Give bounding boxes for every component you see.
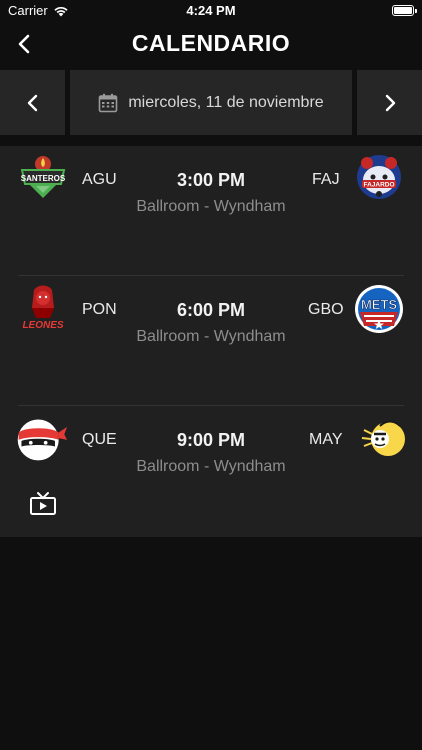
away-team-abbr: MAY — [309, 431, 343, 448]
battery-icon — [392, 5, 417, 16]
app-header: CALENDARIO — [0, 22, 422, 66]
games-list: SANTEROS AGU 3:00 PM Ballroom - Wyndham … — [0, 146, 422, 537]
svg-text:METS: METS — [361, 297, 397, 312]
chevron-left-icon — [27, 94, 37, 111]
status-time: 4:24 PM — [186, 3, 236, 18]
calendar-screen: Carrier 4:24 PM CALENDARIO miercoles, 11… — [0, 0, 422, 750]
game-card[interactable]: LEONES PON 6:00 PM Ballroom - Wyndham GB… — [0, 276, 422, 406]
previous-day-button[interactable] — [0, 70, 65, 135]
date-picker-button[interactable]: miercoles, 11 de noviembre — [70, 70, 352, 135]
away-team-abbr: FAJ — [312, 171, 340, 188]
fajardo-logo: FAJARDO — [352, 150, 406, 204]
next-day-button[interactable] — [357, 70, 422, 135]
svg-text:FAJARDO: FAJARDO — [363, 182, 394, 189]
status-bar: Carrier 4:24 PM — [0, 0, 422, 22]
mets-logo: METS — [352, 282, 406, 336]
away-team-abbr: GBO — [308, 301, 344, 318]
page-title: CALENDARIO — [131, 30, 291, 56]
game-card[interactable]: SANTEROS AGU 3:00 PM Ballroom - Wyndham … — [0, 146, 422, 276]
current-date-label: miercoles, 11 de noviembre — [128, 93, 324, 111]
date-navigator: miercoles, 11 de noviembre — [0, 70, 422, 135]
calendar-icon — [99, 93, 118, 112]
tv-icon[interactable] — [29, 491, 57, 517]
indio-logo — [356, 412, 410, 466]
chevron-right-icon — [385, 94, 395, 111]
game-card[interactable]: QUE 9:00 PM Ballroom - Wyndham MAY — [0, 406, 422, 537]
